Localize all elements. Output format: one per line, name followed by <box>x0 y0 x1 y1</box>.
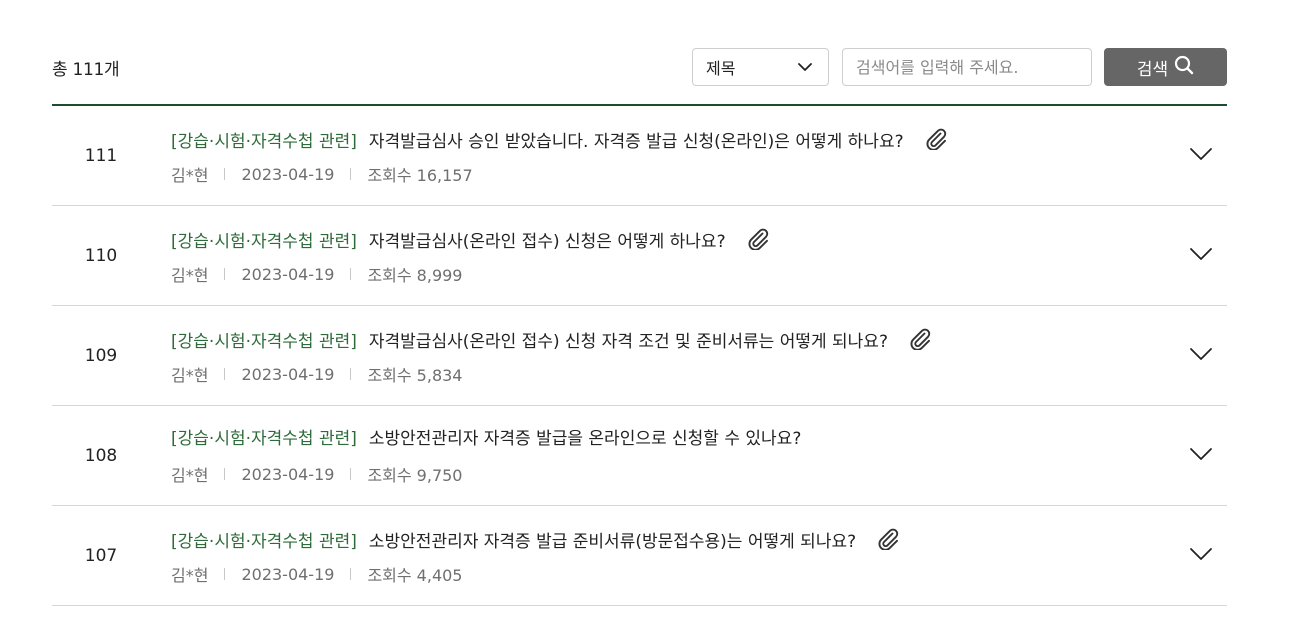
paperclip-icon <box>924 128 948 156</box>
post-title-line[interactable]: [강습·시험·자격수첩 관련] 소방안전관리자 자격증 발급을 온라인으로 신청… <box>171 428 801 450</box>
post-meta: 김*현 2023-04-19 조회수 4,405 <box>171 562 463 586</box>
post-title-line[interactable]: [강습·시험·자격수첩 관련] 자격발급심사(온라인 접수) 신청은 어떻게 하… <box>171 228 770 256</box>
post-meta: 김*현 2023-04-19 조회수 16,157 <box>171 162 473 186</box>
chevron-down-icon[interactable] <box>1189 446 1213 465</box>
post-meta: 김*현 2023-04-19 조회수 9,750 <box>171 462 463 486</box>
post-views: 조회수 16,157 <box>367 166 473 185</box>
post-date: 2023-04-19 <box>241 364 335 384</box>
post-title-line[interactable]: [강습·시험·자격수첩 관련] 소방안전관리자 자격증 발급 준비서류(방문접수… <box>171 528 900 556</box>
post-date: 2023-04-19 <box>241 464 335 484</box>
post-author: 김*현 <box>171 466 209 485</box>
meta-divider <box>350 168 352 180</box>
meta-divider <box>350 568 352 580</box>
post-title[interactable]: 자격발급심사(온라인 접수) 신청은 어떻게 하나요? <box>369 231 726 253</box>
post-author: 김*현 <box>171 266 209 285</box>
post-title[interactable]: 소방안전관리자 자격증 발급을 온라인으로 신청할 수 있나요? <box>369 428 801 450</box>
post-views: 조회수 5,834 <box>367 366 463 385</box>
meta-divider <box>350 368 352 380</box>
post-author: 김*현 <box>171 566 209 585</box>
meta-divider <box>224 368 226 380</box>
post-category: [강습·시험·자격수첩 관련] <box>171 232 357 252</box>
total-count: 총 111개 <box>52 60 120 80</box>
paperclip-icon <box>746 228 770 256</box>
post-title[interactable]: 소방안전관리자 자격증 발급 준비서류(방문접수용)는 어떻게 되나요? <box>369 531 856 553</box>
board-container: 총 111개 제목 검색 111 [강습·시험·자격수첩 관련] 자격발급심사 … <box>52 0 1227 606</box>
chevron-down-icon[interactable] <box>1189 346 1213 365</box>
search-field-select[interactable]: 제목 <box>692 48 829 86</box>
post-meta: 김*현 2023-04-19 조회수 5,834 <box>171 362 463 386</box>
post-meta: 김*현 2023-04-19 조회수 8,999 <box>171 262 463 286</box>
post-title-line[interactable]: [강습·시험·자격수첩 관련] 자격발급심사(온라인 접수) 신청 자격 조건 … <box>171 328 932 356</box>
post-number: 111 <box>84 146 118 166</box>
post-row[interactable]: 110 [강습·시험·자격수첩 관련] 자격발급심사(온라인 접수) 신청은 어… <box>52 206 1227 306</box>
post-list: 111 [강습·시험·자격수첩 관련] 자격발급심사 승인 받았습니다. 자격증… <box>52 106 1227 606</box>
post-title[interactable]: 자격발급심사 승인 받았습니다. 자격증 발급 신청(온라인)은 어떻게 하나요… <box>369 131 904 153</box>
chevron-down-icon[interactable] <box>1189 246 1213 265</box>
post-author: 김*현 <box>171 166 209 185</box>
meta-divider <box>224 568 226 580</box>
post-row[interactable]: 107 [강습·시험·자격수첩 관련] 소방안전관리자 자격증 발급 준비서류(… <box>52 506 1227 606</box>
post-row[interactable]: 108 [강습·시험·자격수첩 관련] 소방안전관리자 자격증 발급을 온라인으… <box>52 406 1227 506</box>
post-views: 조회수 8,999 <box>367 266 463 285</box>
post-category: [강습·시험·자격수첩 관련] <box>171 132 357 152</box>
search-button-label: 검색 <box>1136 59 1169 80</box>
post-author: 김*현 <box>171 366 209 385</box>
chevron-down-icon[interactable] <box>1189 146 1213 165</box>
post-views: 조회수 9,750 <box>367 466 463 485</box>
post-number: 110 <box>84 246 118 266</box>
post-category: [강습·시험·자격수첩 관련] <box>171 332 357 352</box>
chevron-down-icon <box>798 62 812 72</box>
post-category: [강습·시험·자격수첩 관련] <box>171 429 357 449</box>
paperclip-icon <box>876 528 900 556</box>
post-title-line[interactable]: [강습·시험·자격수첩 관련] 자격발급심사 승인 받았습니다. 자격증 발급 … <box>171 128 948 156</box>
meta-divider <box>350 468 352 480</box>
search-icon <box>1174 55 1194 80</box>
post-row[interactable]: 109 [강습·시험·자격수첩 관련] 자격발급심사(온라인 접수) 신청 자격… <box>52 306 1227 406</box>
chevron-down-icon[interactable] <box>1189 546 1213 565</box>
post-category: [강습·시험·자격수첩 관련] <box>171 532 357 552</box>
post-number: 109 <box>84 346 118 366</box>
post-row[interactable]: 111 [강습·시험·자격수첩 관련] 자격발급심사 승인 받았습니다. 자격증… <box>52 106 1227 206</box>
post-number: 107 <box>84 546 118 566</box>
post-views: 조회수 4,405 <box>367 566 463 585</box>
board-toolbar: 총 111개 제목 검색 <box>52 0 1227 106</box>
search-field-value: 제목 <box>706 59 736 78</box>
paperclip-icon <box>908 328 932 356</box>
post-date: 2023-04-19 <box>241 564 335 584</box>
post-date: 2023-04-19 <box>241 264 335 284</box>
meta-divider <box>224 168 226 180</box>
search-input[interactable] <box>842 48 1092 86</box>
meta-divider <box>224 468 226 480</box>
post-date: 2023-04-19 <box>241 164 335 184</box>
search-button[interactable]: 검색 <box>1104 48 1227 86</box>
post-title[interactable]: 자격발급심사(온라인 접수) 신청 자격 조건 및 준비서류는 어떻게 되나요? <box>369 331 888 353</box>
meta-divider <box>350 268 352 280</box>
post-number: 108 <box>84 446 118 466</box>
meta-divider <box>224 268 226 280</box>
